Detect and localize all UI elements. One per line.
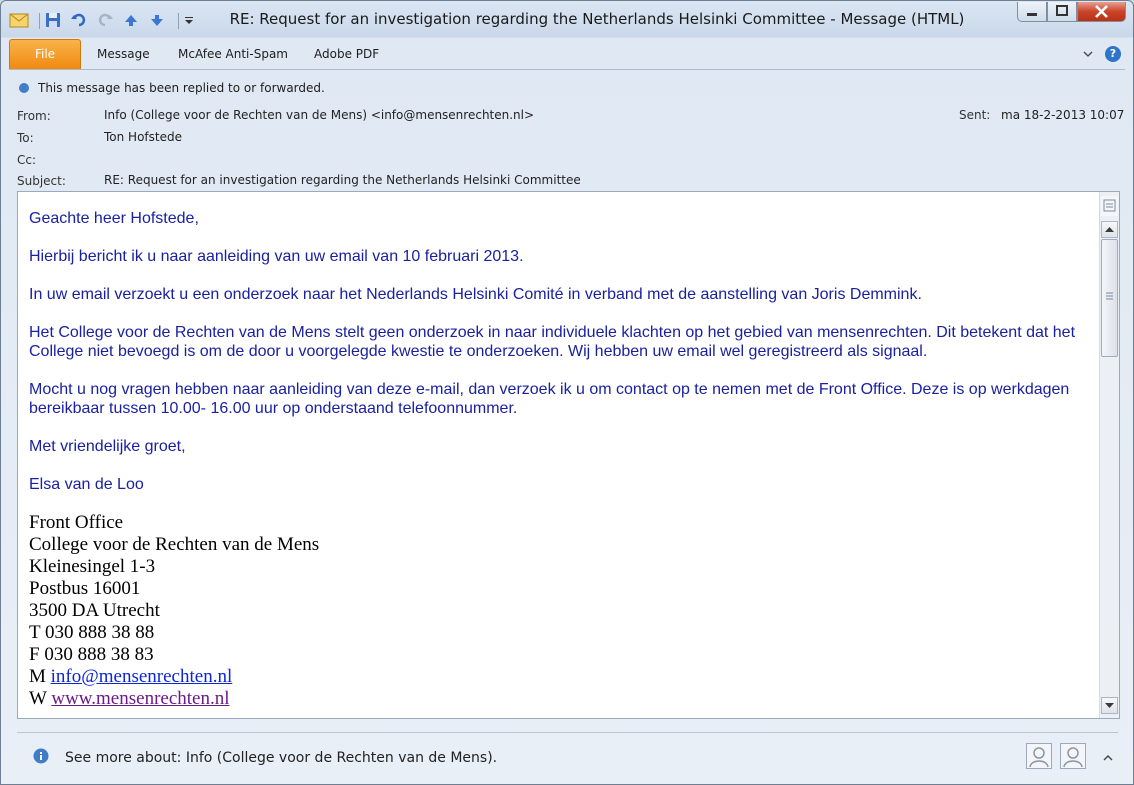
tab-adobe-pdf[interactable]: Adobe PDF — [314, 47, 379, 61]
scroll-split-icon[interactable] — [1101, 196, 1118, 216]
subject-label: Subject: — [17, 174, 66, 188]
contact-avatar-icon[interactable] — [1026, 743, 1052, 769]
from-value[interactable]: Info (College voor de Rechten van de Men… — [104, 108, 534, 122]
info-bar[interactable]: This message has been replied to or forw… — [19, 81, 325, 95]
tab-message[interactable]: Message — [97, 47, 150, 61]
scroll-thumb[interactable] — [1101, 239, 1118, 357]
tab-mcafee-anti-spam[interactable]: McAfee Anti-Spam — [178, 47, 288, 61]
signature-line: 3500 DA Utrecht — [29, 600, 160, 621]
signature-fax: F 030 888 38 83 — [29, 644, 154, 665]
email-link[interactable]: info@mensenrechten.nl — [51, 666, 233, 687]
message-body[interactable]: Geachte heer Hofstede, Hierbij bericht i… — [17, 191, 1120, 719]
window-title: RE: Request for an investigation regardi… — [229, 10, 965, 28]
cc-label: Cc: — [17, 153, 37, 167]
body-paragraph: Mocht u nog vragen hebben naar aanleidin… — [29, 381, 1070, 417]
minimize-button[interactable] — [1017, 2, 1047, 22]
see-more-about-text[interactable]: See more about: Info (College voor de Re… — [65, 750, 497, 766]
window-controls — [1017, 2, 1126, 22]
scroll-down-button[interactable] — [1101, 697, 1118, 714]
sent-label: Sent: — [959, 108, 991, 122]
body-paragraph: Hierbij bericht ik u naar aanleiding van… — [29, 248, 524, 265]
signature-line: Front Office — [29, 512, 124, 533]
signature-phone: T 030 888 38 88 — [29, 622, 155, 643]
subject-value: RE: Request for an investigation regardi… — [104, 173, 581, 187]
tab-file[interactable]: File — [9, 39, 81, 69]
web-prefix: W — [29, 688, 52, 709]
signature-web-row: W www.mensenrechten.nl — [29, 688, 1089, 710]
maximize-button[interactable] — [1047, 2, 1077, 22]
signature-line: Postbus 16001 — [29, 578, 141, 599]
signature-line: Kleinesingel 1-3 — [29, 556, 156, 577]
signature-block: Front Office College voor de Rechten van… — [29, 512, 1089, 710]
signature-mail-row: M info@mensenrechten.nl — [29, 666, 1089, 688]
title-bar: RE: Request for an investigation regardi… — [1, 1, 1133, 38]
from-label: From: — [17, 109, 51, 123]
contact-avatar-icon[interactable] — [1060, 743, 1086, 769]
minimize-ribbon-icon[interactable] — [1083, 48, 1093, 62]
outlook-message-window: RE: Request for an investigation regardi… — [0, 0, 1134, 785]
to-value[interactable]: Ton Hofstede — [104, 130, 182, 144]
info-icon — [19, 83, 29, 93]
to-label: To: — [17, 131, 34, 145]
info-text: This message has been replied to or forw… — [38, 81, 325, 95]
sender-name: Elsa van de Loo — [29, 476, 144, 493]
mail-prefix: M — [29, 666, 51, 687]
sent-value: ma 18-2-2013 10:07 — [1001, 108, 1125, 122]
body-paragraph: Het College voor de Rechten van de Mens … — [29, 324, 1076, 360]
vertical-scrollbar[interactable] — [1099, 192, 1119, 718]
message-header: This message has been replied to or forw… — [9, 69, 1125, 190]
expand-people-pane-icon[interactable] — [1103, 751, 1113, 765]
ribbon-tabs: File Message McAfee Anti-Spam Adobe PDF … — [9, 39, 1125, 69]
people-pane: See more about: Info (College voor de Re… — [17, 732, 1118, 781]
website-link[interactable]: www.mensenrechten.nl — [51, 688, 229, 709]
body-paragraph: In uw email verzoekt u een onderzoek naa… — [29, 286, 922, 303]
greeting: Geachte heer Hofstede, — [29, 210, 199, 227]
scroll-up-button[interactable] — [1101, 221, 1118, 238]
help-icon[interactable]: ? — [1105, 46, 1121, 62]
close-button[interactable] — [1077, 2, 1126, 22]
message-content: Geachte heer Hofstede, Hierbij bericht i… — [29, 209, 1089, 710]
closing: Met vriendelijke groet, — [29, 438, 186, 455]
info-icon — [33, 748, 49, 764]
signature-line: College voor de Rechten van de Mens — [29, 534, 320, 555]
